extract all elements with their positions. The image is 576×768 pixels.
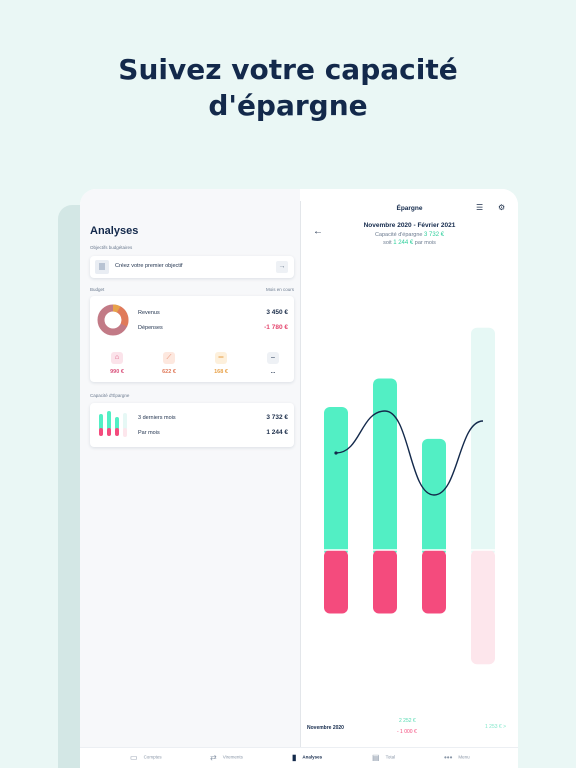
month-income: 2 252 € bbox=[399, 718, 416, 724]
budget-label: Budget bbox=[90, 287, 105, 292]
tab-analyses[interactable]: ▮ Analyses bbox=[292, 753, 322, 762]
analytics-icon: ▮ bbox=[292, 753, 297, 762]
savings-line-point bbox=[334, 451, 338, 455]
per-month-summary: soit 1 244 € par mois bbox=[301, 240, 518, 246]
epargne-pane: Épargne ☰ ⚙ ← Novembre 2020 - Février 20… bbox=[301, 189, 518, 747]
budget-category-2[interactable]: ═ 168 € bbox=[204, 352, 238, 375]
expense-bar-3[interactable] bbox=[471, 550, 495, 665]
list-icon[interactable]: ☰ bbox=[476, 203, 483, 212]
menu-icon: ••• bbox=[444, 753, 453, 762]
tab-label: Total bbox=[385, 754, 396, 760]
cap-row1-label: 3 derniers mois bbox=[138, 415, 176, 421]
capacity-text: Capacité d'épargne bbox=[374, 232, 423, 238]
wallet-icon: ▭ bbox=[130, 753, 138, 762]
month-expense: - 1 000 € bbox=[397, 729, 417, 735]
per-month-value: 1 244 € bbox=[393, 240, 414, 246]
capacity-card[interactable]: 3 derniers mois 3 732 € Par mois 1 244 € bbox=[90, 403, 294, 447]
tablet-screen: Analyses Objectifs budgétaires Créez vot… bbox=[80, 189, 518, 768]
settings-icon[interactable]: ⚙ bbox=[498, 203, 505, 212]
budget-category-amount: ... bbox=[270, 369, 276, 375]
depenses-value: -1 780 € bbox=[264, 324, 288, 331]
capacity-per-month-row: Par mois 1 244 € bbox=[138, 429, 288, 436]
tab-label: Menu bbox=[458, 754, 470, 760]
revenus-row: Revenus 3 450 € bbox=[138, 309, 288, 316]
home-icon: ⌂ bbox=[111, 352, 123, 364]
budget-category-1[interactable]: ⟋ 622 € bbox=[152, 352, 186, 375]
income-bar-3[interactable] bbox=[471, 327, 495, 556]
budget-category-0[interactable]: ⌂ 990 € bbox=[100, 352, 134, 375]
income-bar-1[interactable] bbox=[373, 378, 397, 556]
tab-menu[interactable]: ••• Menu bbox=[444, 753, 470, 762]
headline-line-2: d'épargne bbox=[208, 89, 368, 122]
period-label: Novembre 2020 - Février 2021 bbox=[363, 222, 456, 229]
tab-total[interactable]: ▤ Total bbox=[372, 753, 395, 762]
tab-comptes[interactable]: ▭ Comptes bbox=[130, 753, 162, 762]
budget-category-amount: 168 € bbox=[214, 369, 228, 375]
budget-card[interactable]: Revenus 3 450 € Dépenses -1 780 € ⌂ 990 €… bbox=[90, 296, 294, 382]
tab-label: Virements bbox=[222, 754, 243, 760]
budget-category-3[interactable]: –... bbox=[256, 352, 290, 375]
chevron-right-icon: > bbox=[503, 724, 506, 730]
budget-category-amount: 990 € bbox=[110, 369, 124, 375]
create-goal-button[interactable]: Créez votre premier objectif → bbox=[90, 256, 294, 278]
depenses-row: Dépenses -1 780 € bbox=[138, 324, 288, 331]
mini-bars-icon bbox=[99, 411, 127, 437]
revenus-label: Revenus bbox=[138, 310, 160, 316]
expense-bar-1[interactable] bbox=[373, 550, 397, 614]
tab-label: Comptes bbox=[143, 754, 162, 760]
capacity-summary: Capacité d'épargne 3 732 € bbox=[301, 232, 518, 238]
goals-label: Objectifs budgétaires bbox=[90, 245, 133, 250]
capacity-3months-row: 3 derniers mois 3 732 € bbox=[138, 414, 288, 421]
depenses-label: Dépenses bbox=[138, 325, 163, 331]
headline-line-1: Suivez votre capacité bbox=[118, 53, 458, 86]
headline: Suivez votre capacité d'épargne bbox=[0, 52, 576, 124]
next-month-value[interactable]: 1 253 € > bbox=[485, 724, 506, 730]
transport-icon: ⟋ bbox=[163, 352, 175, 364]
cap-row2-value: 1 244 € bbox=[266, 429, 288, 436]
more-icon: – bbox=[267, 352, 279, 364]
savings-chart bbox=[301, 327, 518, 665]
tab-virements[interactable]: ⇄ Virements bbox=[210, 753, 243, 762]
goal-icon bbox=[95, 260, 109, 274]
expense-bar-2[interactable] bbox=[422, 550, 446, 614]
tab-label: Analyses bbox=[302, 754, 323, 760]
per-month-pre: soit bbox=[383, 240, 392, 246]
income-bar-0[interactable] bbox=[324, 406, 348, 556]
food-icon: ═ bbox=[215, 352, 227, 364]
arrow-right-icon: → bbox=[276, 261, 288, 273]
analyses-pane: Analyses Objectifs budgétaires Créez vot… bbox=[80, 189, 300, 747]
tab-bar: ▭ Comptes ⇄ Virements ▮ Analyses ▤ Total ••• Menu bbox=[80, 747, 518, 768]
per-month-post: par mois bbox=[414, 240, 436, 246]
savings-line bbox=[335, 410, 484, 496]
expense-bar-0[interactable] bbox=[324, 550, 348, 614]
revenus-value: 3 450 € bbox=[266, 309, 288, 316]
page-title: Analyses bbox=[90, 225, 139, 237]
cap-row1-value: 3 732 € bbox=[266, 414, 288, 421]
budget-donut-icon bbox=[97, 304, 129, 336]
income-bar-2[interactable] bbox=[422, 438, 446, 556]
month-label[interactable]: Novembre 2020 bbox=[307, 725, 344, 731]
budget-category-amount: 622 € bbox=[162, 369, 176, 375]
total-icon: ▤ bbox=[372, 753, 380, 762]
capacity-value: 3 732 € bbox=[424, 232, 445, 238]
epargne-title: Épargne bbox=[396, 205, 423, 212]
budget-period: Mois en cours bbox=[265, 287, 294, 292]
next-value: 1 253 € bbox=[485, 724, 502, 730]
capacity-label: Capacité d'Épargne bbox=[90, 393, 130, 398]
transfer-icon: ⇄ bbox=[210, 753, 217, 762]
create-goal-label: Créez votre premier objectif bbox=[115, 263, 183, 269]
cap-row2-label: Par mois bbox=[138, 430, 160, 436]
